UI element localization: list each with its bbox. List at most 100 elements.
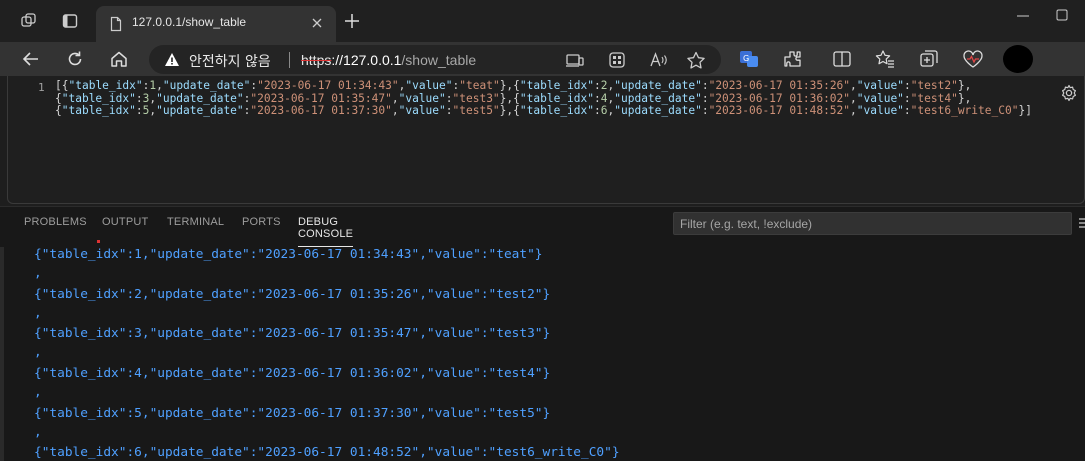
- tab-actions-icon[interactable]: [57, 8, 83, 34]
- json-number: 6: [600, 104, 608, 118]
- json-key: "value": [856, 79, 904, 92]
- json-key: "value": [398, 104, 446, 118]
- json-punct: :: [903, 104, 911, 118]
- active-tab[interactable]: 127.0.0.1/show_table: [96, 6, 336, 42]
- json-punct: },: [957, 79, 972, 92]
- console-filter[interactable]: [673, 212, 1072, 235]
- security-status[interactable]: 안전하지 않음: [189, 51, 271, 71]
- json-number: 2: [600, 79, 608, 92]
- tab-terminal[interactable]: TERMINAL: [167, 216, 224, 228]
- json-punct: {: [513, 104, 520, 118]
- json-punct: ,: [850, 104, 857, 118]
- home-icon[interactable]: [106, 47, 132, 71]
- json-string: "test3": [452, 91, 500, 105]
- json-key: "value": [405, 79, 453, 92]
- collections-icon[interactable]: [918, 49, 940, 69]
- json-punct: ,: [156, 79, 163, 92]
- json-punct: :: [594, 79, 601, 92]
- json-punct: ,: [850, 91, 857, 105]
- json-string: "test6_write_C0": [910, 104, 1019, 118]
- translate-icon[interactable]: G: [738, 49, 760, 69]
- json-punct: :: [701, 79, 709, 92]
- json-key: "table_idx": [61, 91, 136, 105]
- back-icon[interactable]: [18, 47, 44, 71]
- json-string: "2023-06-17 01:35:26": [708, 79, 851, 92]
- json-key: "table_idx": [519, 91, 594, 105]
- tab-ports[interactable]: PORTS: [242, 216, 281, 228]
- workspaces-icon[interactable]: [16, 8, 42, 34]
- tab-problems[interactable]: PROBLEMS: [24, 216, 87, 228]
- grid-icon[interactable]: [607, 51, 627, 69]
- close-tab-icon[interactable]: [308, 14, 326, 32]
- warning-icon[interactable]: [164, 52, 180, 67]
- json-punct: {: [513, 79, 520, 92]
- json-key: "update_date": [614, 104, 702, 118]
- new-tab-icon[interactable]: [341, 10, 363, 32]
- maximize-icon[interactable]: [1051, 6, 1073, 26]
- json-code[interactable]: [{"table_idx":1,"update_date":"2023-06-1…: [55, 79, 1032, 118]
- json-punct: }]: [1018, 104, 1032, 118]
- omnibox-divider: [289, 52, 290, 68]
- more-actions-icon[interactable]: [1079, 218, 1085, 228]
- profile-avatar[interactable]: [1003, 45, 1033, 73]
- page-icon: [110, 16, 122, 32]
- json-key: "table_idx": [519, 104, 594, 118]
- json-punct: {: [61, 79, 69, 92]
- tab-title: 127.0.0.1/show_table: [132, 15, 247, 29]
- console-line: {"table_idx":5,"update_date":"2023-06-17…: [34, 406, 551, 421]
- json-string: "test4": [910, 91, 958, 105]
- json-punct: },: [499, 104, 514, 118]
- favorite-star-icon[interactable]: [686, 51, 706, 69]
- app-available-icon[interactable]: [565, 51, 585, 69]
- json-viewer[interactable]: 1 [{"table_idx":1,"update_date":"2023-06…: [7, 76, 1085, 204]
- json-key: "update_date": [614, 91, 702, 105]
- filter-input[interactable]: [674, 213, 1071, 235]
- json-string: "2023-06-17 01:36:02": [708, 91, 851, 105]
- split-screen-icon[interactable]: [831, 49, 853, 69]
- refresh-icon[interactable]: [62, 47, 88, 71]
- json-string: "teat": [459, 79, 500, 92]
- json-punct: },: [957, 91, 972, 105]
- json-key: "update_date": [614, 79, 702, 92]
- svg-text:G: G: [743, 54, 749, 63]
- minimize-icon[interactable]: [1012, 6, 1034, 26]
- tab-output[interactable]: OUTPUT: [102, 216, 148, 228]
- extensions-icon[interactable]: [782, 49, 804, 69]
- console-separator: ,: [34, 345, 42, 360]
- console-separator: ,: [34, 425, 42, 440]
- gear-icon[interactable]: [1060, 84, 1078, 102]
- json-punct: :: [701, 91, 709, 105]
- json-punct: {: [55, 104, 62, 118]
- console-line: {"table_idx":3,"update_date":"2023-06-17…: [34, 326, 551, 341]
- console-gutter: [0, 247, 4, 461]
- console-separator: ,: [34, 266, 42, 281]
- json-punct: },: [499, 79, 514, 92]
- json-string: "test2": [910, 79, 958, 92]
- json-string: "2023-06-17 01:35:47": [250, 91, 392, 105]
- line-number: 1: [38, 81, 45, 94]
- tab-debug-console[interactable]: DEBUG CONSOLE: [298, 216, 354, 247]
- url-text[interactable]: https://127.0.0.1/show_table: [301, 52, 476, 68]
- read-aloud-icon[interactable]: [649, 51, 669, 69]
- json-punct: :: [701, 104, 709, 118]
- json-string: "2023-06-17 01:48:52": [708, 104, 851, 118]
- json-punct: {: [55, 91, 62, 105]
- json-key: "update_date": [162, 79, 251, 92]
- browser-essentials-icon[interactable]: [962, 49, 984, 69]
- json-punct: ,: [391, 104, 399, 118]
- json-punct: :: [903, 79, 911, 92]
- json-punct: :: [135, 91, 143, 105]
- json-string: "test5": [452, 104, 500, 118]
- console-separator: ,: [34, 385, 42, 400]
- url-path: /show_table: [401, 52, 477, 68]
- json-punct: :: [135, 104, 143, 118]
- json-punct: {: [513, 91, 520, 105]
- json-key: "table_idx": [519, 79, 595, 92]
- json-key: "value": [856, 91, 904, 105]
- url-host: ://127.0.0.1: [331, 52, 402, 68]
- favorites-icon[interactable]: [874, 49, 896, 69]
- json-punct: :: [594, 91, 601, 105]
- json-key: "update_date": [156, 104, 244, 118]
- json-punct: ,: [850, 79, 857, 92]
- address-bar[interactable]: 안전하지 않음 https://127.0.0.1/show_table: [149, 45, 721, 74]
